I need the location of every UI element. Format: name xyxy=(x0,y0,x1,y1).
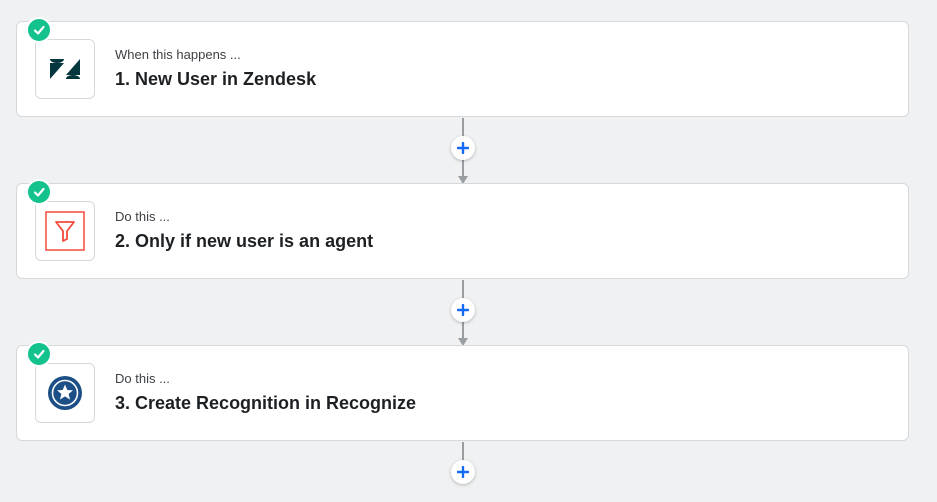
zendesk-icon xyxy=(35,39,95,99)
step-card-1[interactable]: When this happens ... 1. New User in Zen… xyxy=(16,17,909,117)
plus-icon xyxy=(457,142,469,154)
add-step-button[interactable] xyxy=(451,298,475,322)
step-card-3[interactable]: Do this ... 3. Create Recognition in Rec… xyxy=(16,341,909,441)
add-step-button[interactable] xyxy=(451,460,475,484)
step-label: Do this ... xyxy=(115,371,170,386)
check-icon xyxy=(26,341,52,367)
plus-icon xyxy=(457,466,469,478)
step-label: When this happens ... xyxy=(115,47,241,62)
add-step-button[interactable] xyxy=(451,136,475,160)
step-label: Do this ... xyxy=(115,209,170,224)
recognize-star-icon xyxy=(35,363,95,423)
plus-icon xyxy=(457,304,469,316)
check-icon xyxy=(26,17,52,43)
step-card-2[interactable]: Do this ... 2. Only if new user is an ag… xyxy=(16,179,909,279)
step-title: 2. Only if new user is an agent xyxy=(115,231,374,251)
check-icon xyxy=(26,179,52,205)
step-title: 1. New User in Zendesk xyxy=(115,69,317,89)
step-title: 3. Create Recognition in Recognize xyxy=(115,393,417,413)
filter-icon xyxy=(35,201,95,261)
